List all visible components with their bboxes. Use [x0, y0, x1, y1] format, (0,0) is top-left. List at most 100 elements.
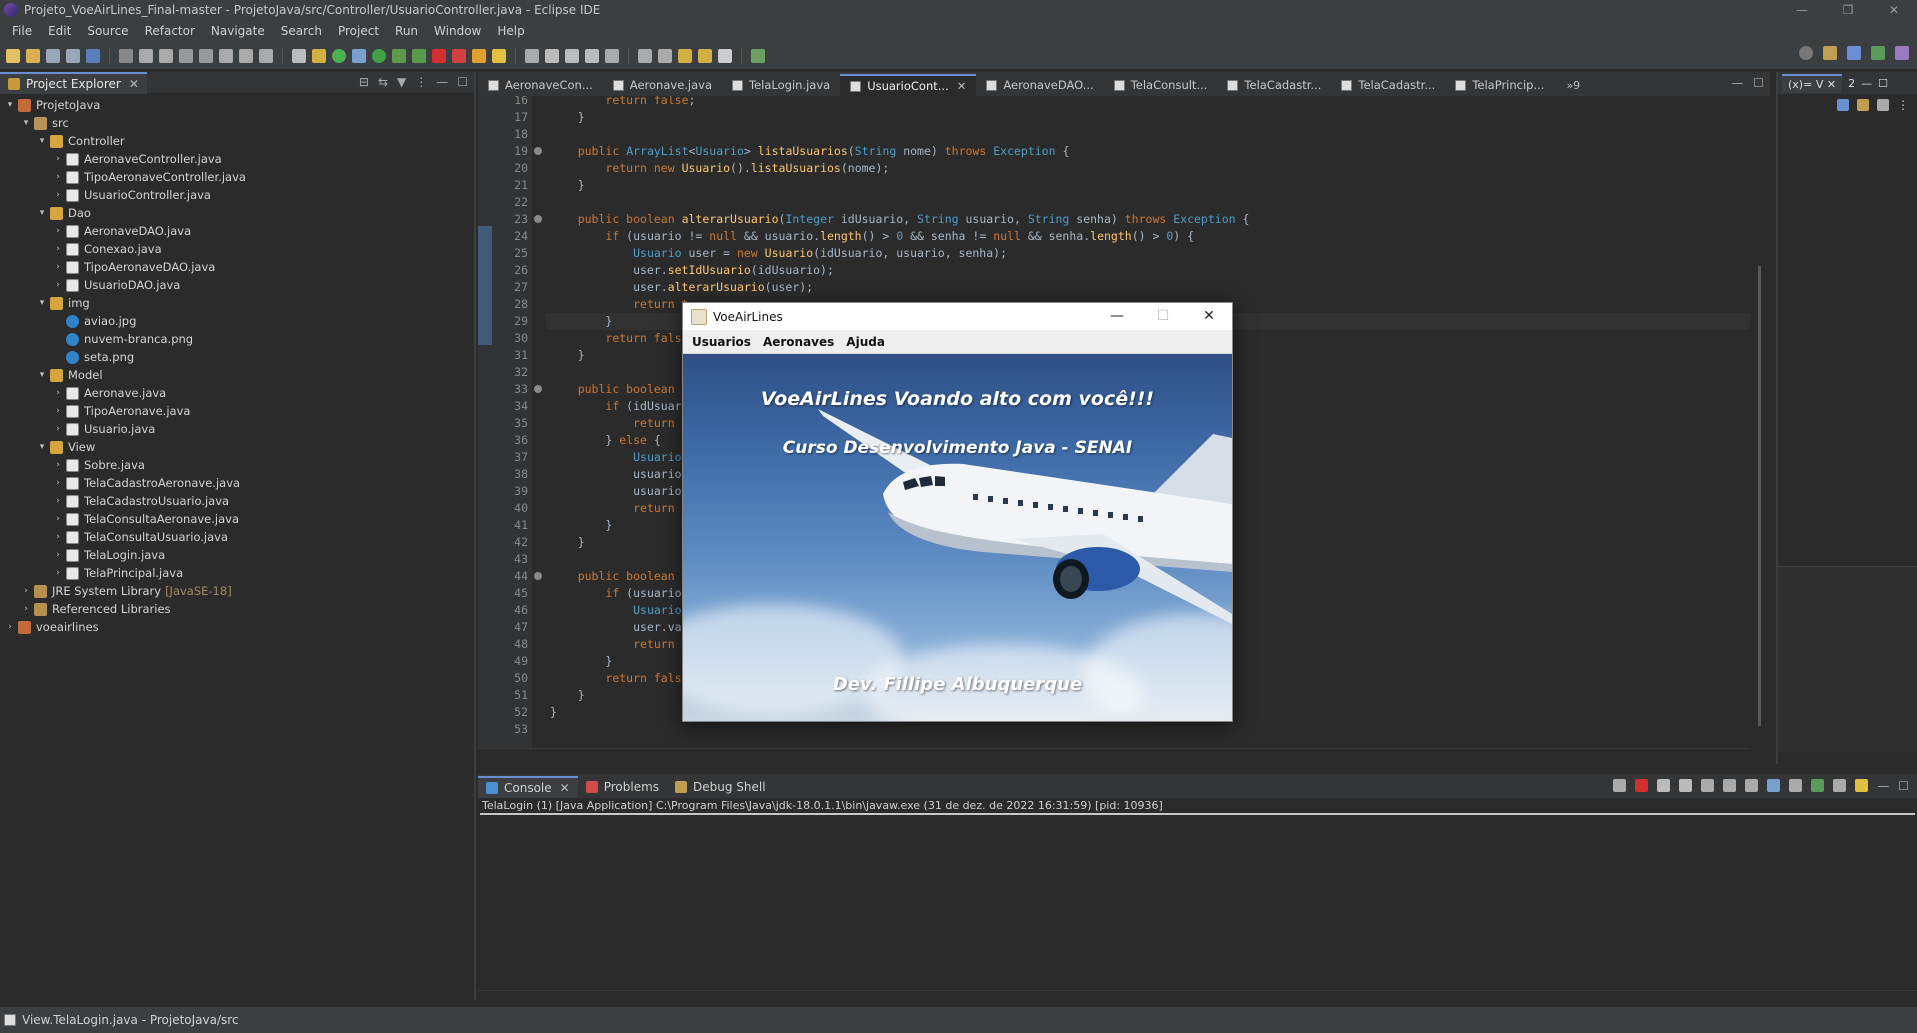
toggle-annotation-icon[interactable] — [525, 48, 539, 63]
console-view-icon[interactable] — [1855, 779, 1869, 792]
tree-package[interactable]: ▾ img — [0, 294, 474, 312]
chevron-right-icon[interactable]: › — [52, 226, 64, 236]
code-line[interactable]: 23 public boolean alterarUsuario(Integer… — [492, 211, 1762, 228]
tab-count[interactable]: 2 — [1848, 77, 1855, 90]
console-horizontal-scrollbar[interactable] — [478, 990, 1917, 1004]
new-console-icon[interactable] — [1833, 779, 1847, 792]
tree-file[interactable]: › TipoAeronaveController.java — [0, 168, 474, 186]
toggle-mark-icon[interactable] — [545, 48, 559, 63]
voeairlines-window[interactable]: VoeAirLines — ☐ ✕ Usuarios Aeronaves Aju… — [682, 302, 1233, 722]
maximize-button[interactable]: ❐ — [1825, 0, 1871, 20]
tree-file[interactable]: › Sobre.java — [0, 456, 474, 474]
editor-tab[interactable]: Aeronave.java — [603, 74, 722, 96]
save-all-icon[interactable] — [66, 48, 80, 63]
search-icon[interactable] — [1799, 46, 1813, 60]
chevron-right-icon[interactable]: › — [4, 622, 16, 632]
tab-console[interactable]: Console ✕ — [478, 776, 578, 798]
editor-tab[interactable]: AeronaveCon... — [478, 74, 603, 96]
pin-editor-icon[interactable] — [751, 48, 765, 63]
add-watch-icon[interactable] — [1857, 99, 1869, 111]
external-tools-icon[interactable] — [412, 48, 426, 63]
menu-help[interactable]: Help — [489, 24, 532, 38]
code-line[interactable]: 16 return false; — [492, 96, 1762, 109]
pilcrow-icon[interactable] — [605, 48, 619, 63]
tree-file[interactable]: › AeronaveController.java — [0, 150, 474, 168]
menu-usuarios[interactable]: Usuarios — [686, 335, 757, 349]
back-icon[interactable] — [698, 48, 712, 63]
terminate-icon[interactable] — [179, 48, 193, 63]
tree-file[interactable]: › UsuarioDAO.java — [0, 276, 474, 294]
skip-breakpoints-icon[interactable] — [119, 48, 133, 63]
remove-all-icon[interactable] — [1679, 779, 1693, 792]
chevron-right-icon[interactable]: › — [52, 154, 64, 164]
chevron-right-icon[interactable]: › — [20, 604, 32, 614]
minimize-icon[interactable]: — — [1731, 76, 1743, 90]
tree-file[interactable]: › TipoAeronaveDAO.java — [0, 258, 474, 276]
chevron-right-icon[interactable]: › — [52, 280, 64, 290]
coverage-icon[interactable] — [332, 48, 346, 63]
tree-src[interactable]: ▾ src — [0, 114, 474, 132]
scrollbar-thumb[interactable] — [1758, 266, 1761, 726]
chevron-right-icon[interactable]: › — [52, 568, 64, 578]
view-menu-icon[interactable]: ⋮ — [1897, 98, 1909, 112]
maximize-icon[interactable]: ☐ — [1898, 779, 1909, 793]
close-icon[interactable]: ✕ — [129, 77, 139, 91]
scroll-lock-icon[interactable] — [1723, 779, 1737, 792]
tree-jre[interactable]: › JRE System Library [JavaSE-18] — [0, 582, 474, 600]
clear-console-icon[interactable] — [1701, 779, 1715, 792]
tree-project[interactable]: › voeairlines — [0, 618, 474, 636]
step-return-icon[interactable] — [259, 48, 273, 63]
chevron-right-icon[interactable]: › — [52, 244, 64, 254]
tree-libs[interactable]: › Referenced Libraries — [0, 600, 474, 618]
tab-debug-shell[interactable]: Debug Shell — [667, 776, 774, 798]
use-step-filters-icon[interactable] — [312, 48, 326, 63]
remove-launch-icon[interactable] — [1657, 779, 1671, 792]
editor-tab[interactable]: AeronaveDAO... — [976, 74, 1103, 96]
debug-icon[interactable] — [352, 48, 366, 63]
editor-tab[interactable]: TelaPrincip... — [1445, 74, 1554, 96]
collapse-icon[interactable] — [1877, 99, 1889, 111]
tree-file[interactable]: › TelaConsultaUsuario.java — [0, 528, 474, 546]
console-output[interactable] — [480, 815, 1915, 990]
new-project-icon[interactable] — [26, 48, 40, 63]
git-perspective-icon[interactable] — [1895, 46, 1909, 60]
minimize-icon[interactable]: — — [1861, 77, 1872, 90]
menu-search[interactable]: Search — [273, 24, 330, 38]
chevron-right-icon[interactable]: › — [52, 388, 64, 398]
tree-file[interactable]: › UsuarioController.java — [0, 186, 474, 204]
menu-ajuda[interactable]: Ajuda — [840, 335, 891, 349]
voeairlines-titlebar[interactable]: VoeAirLines — ☐ ✕ — [683, 303, 1232, 330]
search-toolbar-icon[interactable] — [492, 48, 506, 63]
close-button[interactable]: ✕ — [1186, 303, 1232, 330]
tree-file[interactable]: › TelaCadastroAeronave.java — [0, 474, 474, 492]
close-icon[interactable]: ✕ — [1827, 78, 1836, 91]
tree-file[interactable]: › TelaConsultaAeronave.java — [0, 510, 474, 528]
view-menu-icon[interactable]: ⋮ — [415, 75, 427, 89]
code-line[interactable]: 20 return new Usuario().listaUsuarios(no… — [492, 160, 1762, 177]
chevron-right-icon[interactable]: › — [52, 172, 64, 182]
code-line[interactable]: 18 — [492, 126, 1762, 143]
tree-package[interactable]: ▾ Model — [0, 366, 474, 384]
show-whitespace-icon[interactable] — [585, 48, 599, 63]
tree-project[interactable]: ▾ ProjetoJava — [0, 96, 474, 114]
chevron-down-icon[interactable]: ▾ — [20, 118, 32, 128]
tab-problems[interactable]: Problems — [578, 776, 667, 798]
tree-file[interactable]: › Aeronave.java — [0, 384, 474, 402]
tree-package[interactable]: ▾ View — [0, 438, 474, 456]
run-icon[interactable] — [372, 48, 386, 63]
fold-marker-icon[interactable] — [534, 215, 542, 223]
code-line[interactable]: 24 if (usuario != null && usuario.length… — [492, 228, 1762, 245]
open-type-icon[interactable] — [472, 48, 486, 63]
word-wrap-icon[interactable] — [1745, 779, 1759, 792]
chevron-down-icon[interactable]: ▾ — [36, 298, 48, 308]
resume-icon[interactable] — [139, 48, 153, 63]
new-icon[interactable] — [6, 48, 20, 63]
tree-file[interactable]: › TelaPrincipal.java — [0, 564, 474, 582]
chevron-down-icon[interactable]: ▾ — [36, 442, 48, 452]
menu-run[interactable]: Run — [387, 24, 426, 38]
suspend-icon[interactable] — [159, 48, 173, 63]
tab-variables[interactable]: (x)= V ✕ — [1782, 73, 1843, 93]
chevron-right-icon[interactable]: › — [52, 262, 64, 272]
chevron-down-icon[interactable]: ▾ — [36, 136, 48, 146]
code-line[interactable]: 25 Usuario user = new Usuario(idUsuario,… — [492, 245, 1762, 262]
